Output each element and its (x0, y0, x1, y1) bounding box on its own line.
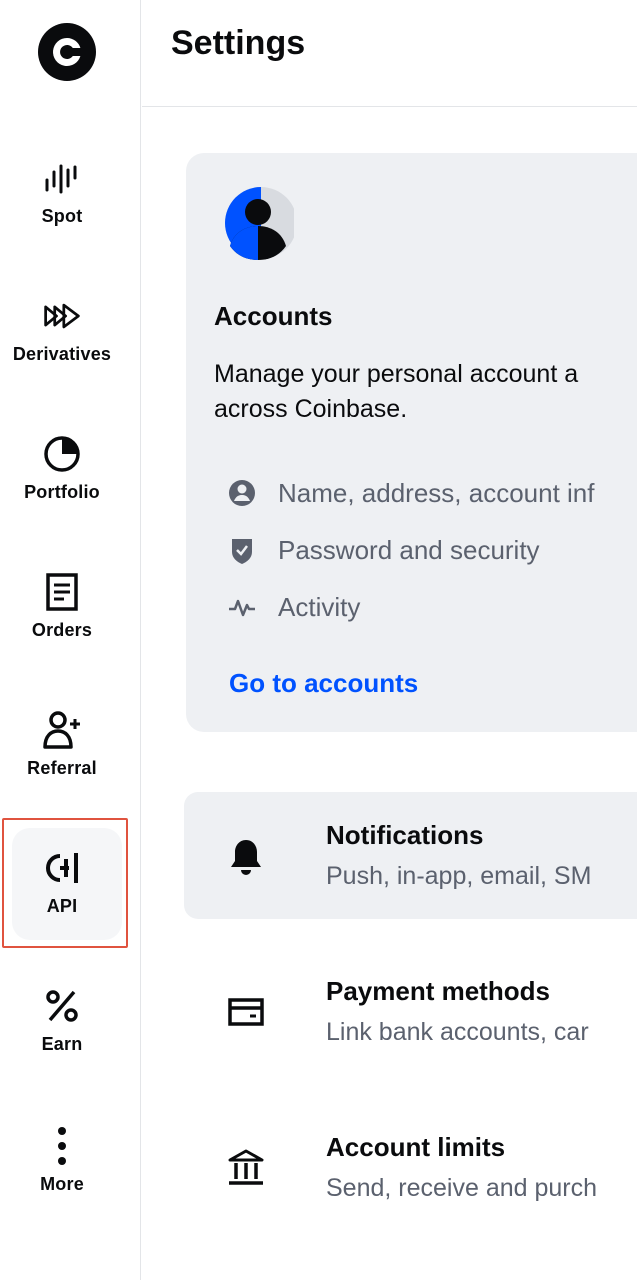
activity-icon (229, 599, 255, 617)
add-user-icon (42, 710, 82, 750)
sidebar-item-label: More (40, 1174, 84, 1194)
settings-row-title: Payment methods (326, 976, 550, 1006)
percent-icon (42, 986, 82, 1026)
header: Settings (142, 0, 637, 107)
accounts-link-label: Activity (278, 591, 361, 622)
sidebar-item-more[interactable]: More (0, 1126, 124, 1195)
sidebar-item-label: Earn (41, 1034, 83, 1054)
sidebar-item-earn[interactable]: Earn (0, 986, 124, 1055)
sidebar-item-api[interactable]: API (0, 848, 124, 917)
settings-row-notifications[interactable]: Notifications Push, in-app, email, SM (184, 792, 637, 919)
settings-row-account-limits[interactable]: Account limits Send, receive and purch (184, 1104, 637, 1231)
account-avatar-icon (225, 187, 294, 260)
shield-icon (232, 539, 252, 564)
settings-row-subtitle: Link bank accounts, car (326, 1018, 589, 1046)
accounts-link-label: Name, address, account inf (278, 477, 595, 508)
derivatives-icon (42, 296, 82, 336)
sidebar-item-referral[interactable]: Referral (0, 710, 124, 779)
sidebar-item-orders[interactable]: Orders (0, 572, 124, 641)
accounts-link-security[interactable]: Password and security (226, 534, 540, 566)
api-icon (42, 848, 82, 888)
sidebar-item-label: Derivatives (12, 344, 112, 364)
spot-chart-icon (42, 158, 82, 198)
user-circle-icon (229, 480, 255, 506)
sidebar-item-label: API (46, 896, 78, 916)
sidebar-item-derivatives[interactable]: Derivatives (0, 296, 124, 365)
accounts-link-activity[interactable]: Activity (226, 591, 360, 623)
accounts-link-personal-info[interactable]: Name, address, account inf (226, 477, 595, 509)
pie-chart-icon (42, 434, 82, 474)
settings-row-title: Notifications (326, 820, 484, 850)
card-icon (224, 990, 268, 1034)
coinbase-logo-icon[interactable] (38, 23, 96, 81)
accounts-title: Accounts (214, 301, 333, 331)
settings-row-payment-methods[interactable]: Payment methods Link bank accounts, car (184, 948, 637, 1075)
sidebar-item-spot[interactable]: Spot (0, 158, 124, 227)
settings-row-subtitle: Push, in-app, email, SM (326, 862, 592, 890)
sidebar-item-label: Spot (41, 206, 83, 226)
sidebar: Spot Derivatives Portfolio Orders Referr… (0, 0, 141, 1280)
accounts-link-label: Password and security (278, 534, 540, 565)
accounts-description: Manage your personal account a (214, 360, 579, 388)
sidebar-item-label: Portfolio (24, 482, 100, 502)
page-title: Settings (171, 24, 306, 62)
sidebar-item-label: Referral (27, 758, 97, 778)
bell-icon (224, 834, 268, 878)
sidebar-item-portfolio[interactable]: Portfolio (0, 434, 124, 503)
sidebar-item-label: Orders (31, 620, 93, 640)
accounts-description-line2: across Coinbase. (214, 395, 408, 423)
settings-row-title: Account limits (326, 1132, 506, 1162)
accounts-card[interactable]: Accounts Manage your personal account a … (186, 153, 637, 732)
bank-icon (224, 1146, 268, 1190)
more-vertical-icon (42, 1126, 82, 1166)
settings-row-subtitle: Send, receive and purch (326, 1174, 598, 1202)
go-to-accounts-link[interactable]: Go to accounts (229, 668, 418, 699)
document-icon (42, 572, 82, 612)
